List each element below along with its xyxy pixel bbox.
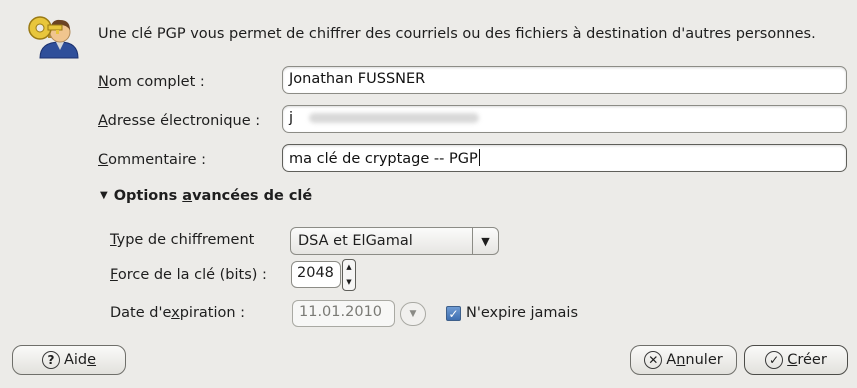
expander-triangle-icon: ▼ xyxy=(100,190,108,201)
advanced-options-expander[interactable]: ▼ Options avancées de clé xyxy=(100,188,312,204)
cancel-button[interactable]: ✕ An nuler xyxy=(630,345,737,375)
never-expires-label[interactable]: N'expire jamais xyxy=(466,305,578,321)
key-person-icon xyxy=(26,12,82,62)
dropdown-arrow-icon: ▼ xyxy=(472,228,498,254)
email-field[interactable]: j xyxy=(282,105,847,133)
text-caret xyxy=(478,149,480,166)
intro-text: Une clé PGP vous permet de chiffrer des … xyxy=(98,26,816,42)
encryption-type-value: DSA et ElGamal xyxy=(298,233,413,249)
x-icon: ✕ xyxy=(644,351,663,369)
check-icon: ✓ xyxy=(765,351,784,369)
name-label: Nom complet : xyxy=(98,74,205,90)
checkmark-icon: ✓ xyxy=(448,306,459,321)
name-field[interactable]: Jonathan FUSSNER xyxy=(282,66,847,94)
create-button[interactable]: ✓ Créer xyxy=(744,345,848,375)
calendar-dropdown-button[interactable]: ▼ xyxy=(400,302,426,326)
expiry-date-label: Date d'expiration : xyxy=(110,305,246,321)
comment-field[interactable]: ma clé de cryptage -- PGP xyxy=(282,144,847,172)
key-strength-label: Force de la clé (bits) : xyxy=(110,267,267,283)
comment-label: Commentaire : xyxy=(98,152,207,168)
never-expires-checkbox[interactable]: ✓ xyxy=(446,306,461,321)
encryption-type-label: Type de chiffrement xyxy=(110,232,255,248)
question-icon: ? xyxy=(41,351,60,369)
email-label: Adresse électronique : xyxy=(98,113,261,129)
key-strength-input[interactable]: 2048 xyxy=(291,261,341,288)
help-button[interactable]: ? Aid e xyxy=(12,345,126,375)
encryption-type-select[interactable]: DSA et ElGamal ▼ xyxy=(290,227,499,255)
redacted-text xyxy=(309,113,480,123)
expiry-date-input[interactable]: 11.01.2010 xyxy=(292,300,395,327)
key-strength-stepper[interactable]: ▲ ▼ xyxy=(342,259,356,291)
decrement-arrow-icon[interactable]: ▼ xyxy=(346,279,351,286)
increment-arrow-icon[interactable]: ▲ xyxy=(346,264,351,271)
chevron-down-icon: ▼ xyxy=(409,309,417,319)
